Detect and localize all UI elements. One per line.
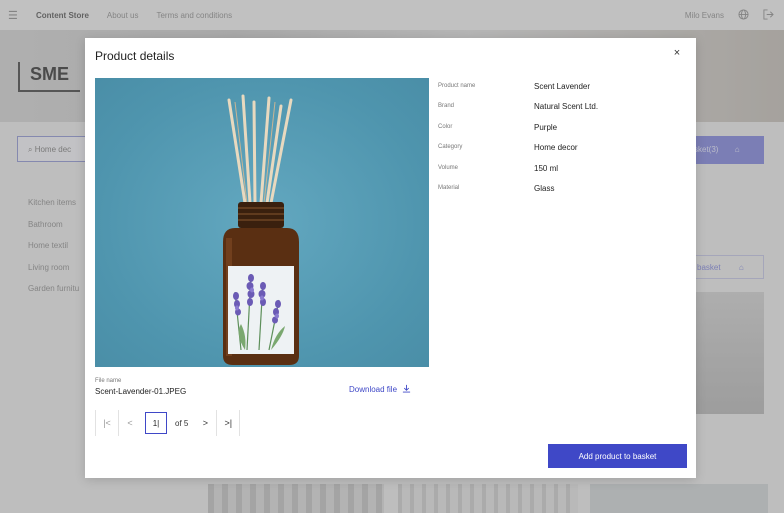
last-page-button[interactable]: >|	[217, 410, 239, 436]
image-pager: |< < 1| of 5 > >|	[95, 410, 241, 436]
spec-value: Purple	[534, 122, 558, 132]
spec-value: Glass	[534, 183, 555, 193]
spec-value: Natural Scent Ltd.	[534, 102, 599, 112]
next-page-button[interactable]: >	[194, 410, 216, 436]
spec-label: Product name	[438, 83, 476, 89]
download-file-link[interactable]: Download file	[349, 384, 411, 395]
spec-value: Scent Lavender	[534, 82, 591, 91]
product-image	[95, 78, 429, 367]
spec-row-brand: Brand Natural Scent Ltd.	[438, 102, 688, 122]
spec-label: Volume	[438, 164, 459, 171]
spec-value: Home decor	[534, 143, 578, 153]
spec-label: Color	[438, 123, 453, 130]
download-file-label: Download file	[349, 385, 398, 394]
spec-label: Material	[438, 184, 460, 191]
previous-page-button[interactable]: <	[119, 410, 141, 436]
close-icon[interactable]: ×	[670, 46, 684, 60]
spec-row-product-name: Product name Scent Lavender	[438, 82, 688, 102]
spec-row-material: Material Glass	[438, 184, 688, 204]
add-to-basket-button[interactable]: Add product to basket	[548, 444, 687, 468]
product-details-modal: Product details × File name Scent-Lavend…	[85, 38, 696, 478]
modal-title: Product details	[95, 49, 175, 63]
first-page-button[interactable]: |<	[96, 410, 118, 436]
download-icon	[402, 384, 411, 395]
page-number-input[interactable]: 1|	[145, 412, 167, 434]
spec-row-volume: Volume 150 ml	[438, 164, 688, 184]
spec-row-category: Category Home decor	[438, 143, 688, 163]
file-name-value: Scent-Lavender-01.JPEG	[95, 387, 187, 396]
spec-row-color: Color Purple	[438, 123, 688, 143]
spec-label: Brand	[438, 103, 455, 110]
pager-divider	[239, 410, 241, 436]
spec-value: 150 ml	[534, 163, 559, 173]
page-count-text: of 5	[175, 418, 189, 428]
file-name-label: File name	[95, 378, 122, 384]
product-specs: Product name Scent Lavender Brand Natura…	[438, 82, 688, 204]
spec-label: Category	[438, 144, 463, 151]
